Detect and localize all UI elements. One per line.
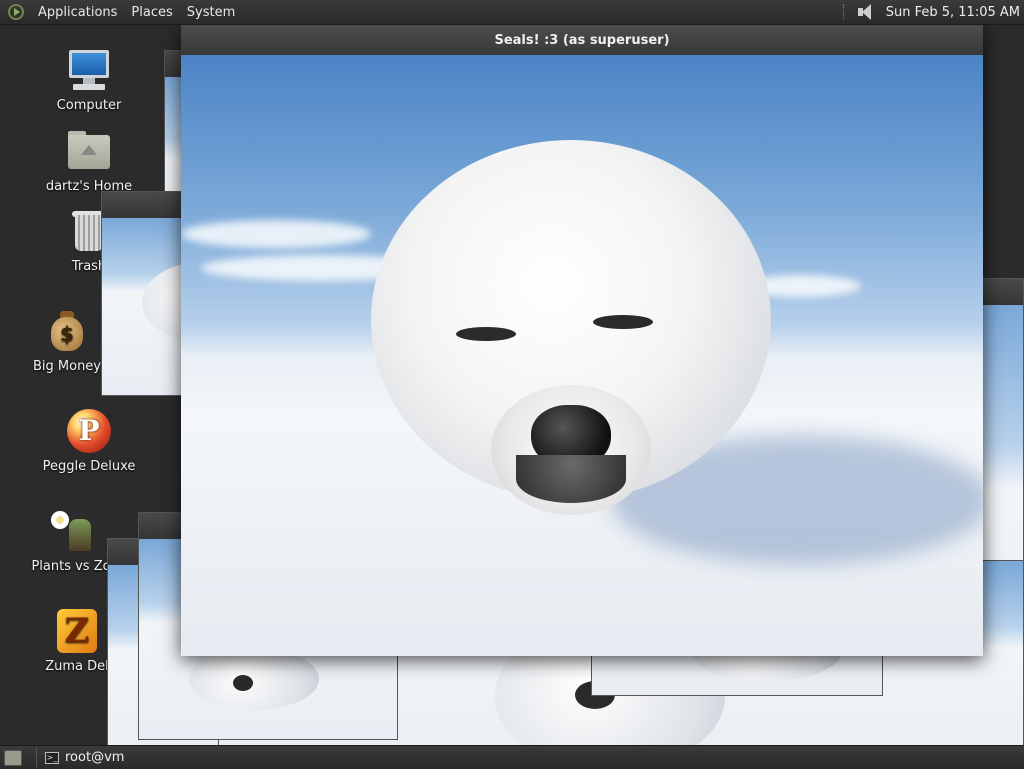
system-menu[interactable]: System <box>187 5 235 20</box>
computer-icon <box>65 46 113 94</box>
desktop-icon-label: Computer <box>56 98 122 113</box>
terminal-icon: >_ <box>45 751 59 764</box>
desktop-icon-home[interactable]: dartz's Home <box>34 127 144 194</box>
show-desktop-icon[interactable] <box>4 749 22 766</box>
clock[interactable]: Sun Feb 5, 11:05 AM <box>886 5 1020 20</box>
places-menu[interactable]: Places <box>131 5 172 20</box>
bottom-panel: >_ root@vm <box>0 745 1024 769</box>
image-viewer-window[interactable]: Seals! :3 (as superuser) <box>181 25 983 656</box>
desktop-icon-label: Peggle Deluxe <box>42 459 136 474</box>
money-bag-icon: $ <box>43 307 91 355</box>
zuma-icon: Z <box>53 607 101 655</box>
top-panel: Applications Places System Sun Feb 5, 11… <box>0 0 1024 25</box>
gnome-foot-icon[interactable] <box>8 4 24 20</box>
window-title[interactable]: Seals! :3 (as superuser) <box>181 25 983 55</box>
desktop-icon-computer[interactable]: Computer <box>34 46 144 113</box>
speaker-icon[interactable] <box>856 3 876 21</box>
seal-photo <box>181 55 983 656</box>
home-folder-icon <box>65 127 113 175</box>
panel-separator <box>842 4 846 20</box>
taskbar-item-label: root@vm <box>65 750 125 765</box>
peggle-icon: P <box>65 407 113 455</box>
plants-vs-zombies-icon <box>47 507 95 555</box>
desktop-icon-peggle[interactable]: P Peggle Deluxe <box>34 407 144 474</box>
taskbar-item-terminal[interactable]: >_ root@vm <box>36 747 132 768</box>
applications-menu[interactable]: Applications <box>38 5 117 20</box>
